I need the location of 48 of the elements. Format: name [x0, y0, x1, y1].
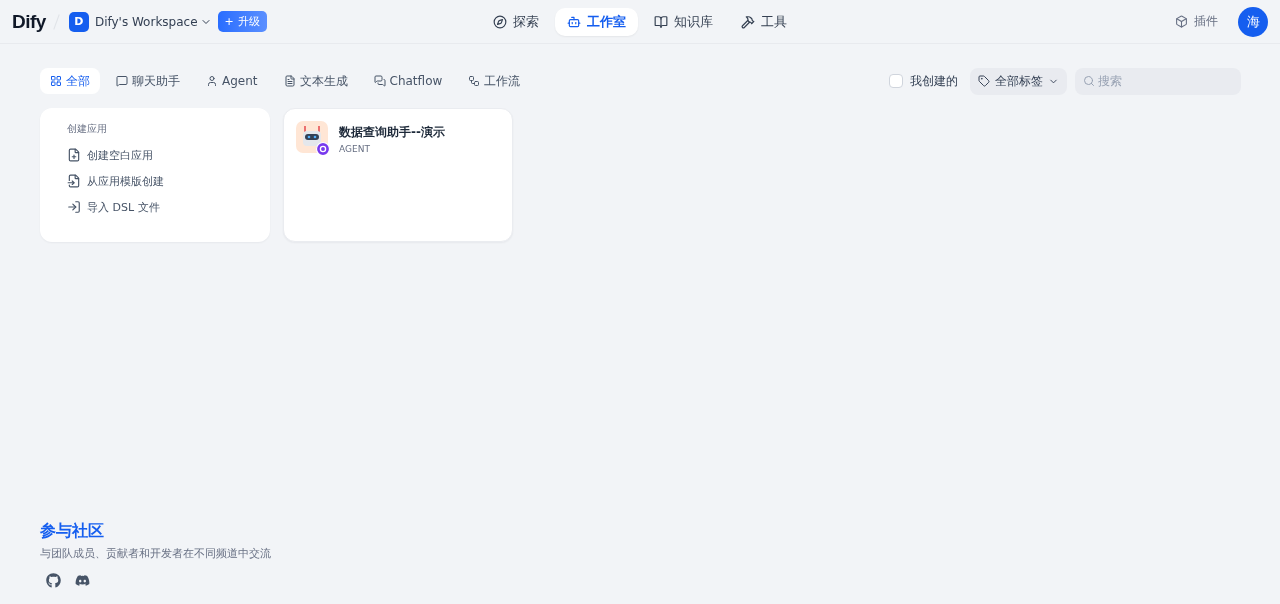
- chat-icon: [116, 75, 128, 87]
- robot-icon: [296, 121, 330, 155]
- create-action[interactable]: 导入 DSL 文件: [67, 194, 160, 220]
- book-icon: [654, 15, 668, 29]
- hammer-icon: [741, 15, 755, 29]
- filter-tab[interactable]: Agent: [196, 68, 268, 94]
- create-action[interactable]: 创建空白应用: [67, 142, 153, 168]
- filter-tab[interactable]: 文本生成: [273, 68, 358, 94]
- nav-tab[interactable]: 工作室: [555, 8, 638, 36]
- app-name: 数据查询助手--演示: [339, 124, 445, 141]
- robot-icon: [567, 15, 581, 29]
- tag-filter[interactable]: 全部标签: [970, 67, 1067, 95]
- plugins-button[interactable]: 插件: [1169, 12, 1224, 31]
- nav-tab[interactable]: 探索: [481, 8, 551, 36]
- search-icon: [1083, 74, 1095, 87]
- person-icon: [206, 75, 218, 87]
- filter-tab[interactable]: 全部: [40, 68, 100, 94]
- compass-icon: [493, 15, 507, 29]
- checkbox-label: 我创建的: [910, 72, 958, 90]
- community-subtitle: 与团队成员、贡献者和开发者在不同频道中交流: [40, 546, 272, 561]
- app-type: AGENT: [339, 144, 371, 154]
- tag-icon: [978, 75, 990, 87]
- user-avatar[interactable]: 海: [1238, 6, 1268, 37]
- document-icon: [283, 75, 296, 87]
- community-title: 参与社区: [40, 521, 105, 542]
- nav-tab[interactable]: 知识库: [642, 8, 725, 36]
- filter-tab[interactable]: Chatflow: [363, 68, 453, 94]
- nav-tab[interactable]: 工具: [729, 8, 799, 36]
- card-title: 创建应用: [67, 122, 108, 136]
- file-plus-icon: [67, 148, 81, 162]
- workspace-avatar: D: [68, 11, 89, 32]
- workspace-switcher[interactable]: Dify's Workspace: [88, 14, 218, 29]
- grid-icon: [50, 75, 62, 87]
- search-field[interactable]: 搜索: [1075, 67, 1241, 95]
- github-icon[interactable]: [46, 573, 61, 588]
- filter-tab[interactable]: 工作流: [458, 68, 531, 94]
- import-icon: [67, 200, 81, 214]
- document-icon: [67, 174, 81, 188]
- chat-icon: [373, 75, 386, 87]
- logo[interactable]: Dify: [12, 10, 46, 33]
- filter-tab[interactable]: 聊天助手: [106, 68, 190, 94]
- upgrade-button[interactable]: + 升级: [217, 11, 267, 32]
- discord-icon[interactable]: [75, 573, 90, 588]
- create-action[interactable]: 从应用模版创建: [67, 168, 164, 194]
- workflow-icon: [468, 75, 481, 87]
- cube-icon: [1175, 15, 1188, 28]
- app-card[interactable]: 数据查询助手--演示 AGENT: [283, 108, 513, 242]
- checkbox[interactable]: [889, 74, 903, 88]
